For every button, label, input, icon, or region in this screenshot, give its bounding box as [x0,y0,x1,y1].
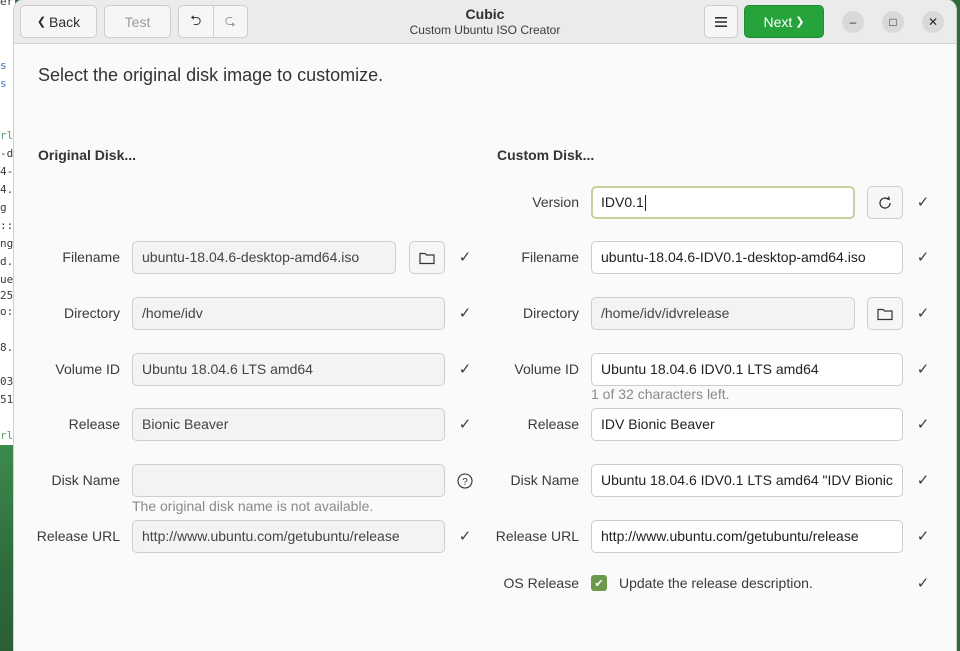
terminal-line: ng [0,237,14,250]
custom-disk-name-check-icon: ✓ [916,472,930,489]
terminal-line: g [0,201,7,214]
chevron-right-icon: ❯ [795,16,805,28]
terminal-line: 03 [0,375,14,388]
custom-directory-browse-button[interactable] [867,297,903,330]
original-release-field[interactable]: Bionic Beaver [132,408,445,441]
custom-version-check-icon: ✓ [916,194,930,211]
undo-icon[interactable]: ⮌ [179,6,213,37]
original-release-url-label: Release URL [36,528,120,544]
custom-directory-check-icon: ✓ [916,305,930,322]
redo-icon[interactable]: ⮎ [212,6,248,37]
checkbox-tick-icon: ✔ [594,577,604,590]
back-button[interactable]: ❮ Back [20,5,97,38]
cubic-window: ❮ Back Test ⮌ ⮎ Cubic Custom Ubuntu ISO … [14,0,956,651]
original-directory-label: Directory [63,305,120,321]
custom-volume-label: Volume ID [514,361,579,377]
folder-icon [877,308,893,320]
minimize-button[interactable]: – [842,11,864,33]
custom-disk-title: Custom Disk... [497,147,595,163]
custom-volume-field[interactable]: Ubuntu 18.04.6 IDV0.1 LTS amd64 [591,353,903,386]
custom-release-url-check-icon: ✓ [916,528,930,545]
text-cursor [644,195,646,212]
custom-directory-field[interactable]: /home/idv/idvrelease [591,297,855,330]
maximize-button[interactable]: □ [882,11,904,33]
terminal-line: -d [0,147,14,160]
terminal-line: 4. [0,183,14,196]
reset-version-button[interactable] [867,186,903,219]
terminal-line: :: [0,219,14,232]
original-directory-field[interactable]: /home/idv [132,297,445,330]
original-filename-check-icon: ✓ [458,249,472,266]
original-filename-label: Filename [62,249,120,265]
custom-disk-name-field[interactable]: Ubuntu 18.04.6 IDV0.1 LTS amd64 "IDV Bio… [591,464,903,497]
question-circle-icon: ? [457,472,473,489]
next-button[interactable]: Next ❯ [744,5,824,38]
terminal-line: 4- [0,165,14,178]
window-title-area: Cubic Custom Ubuntu ISO Creator [354,6,616,38]
test-button[interactable]: Test [104,5,171,38]
hamburger-menu-icon [715,16,727,27]
os-release-checkbox-label[interactable]: Update the release description. [619,575,813,591]
original-volume-field[interactable]: Ubuntu 18.04.6 LTS amd64 [132,353,445,386]
header-bar: ❮ Back Test ⮌ ⮎ Cubic Custom Ubuntu ISO … [14,0,956,44]
page-heading: Select the original disk image to custom… [38,65,384,85]
terminal-line: rl [0,429,14,442]
help-icon[interactable]: ? [456,464,474,497]
custom-filename-check-icon: ✓ [916,249,930,266]
next-button-label: Next [763,13,793,30]
close-button[interactable]: ✕ [922,11,944,33]
terminal-line: 51 [0,393,14,406]
original-release-check-icon: ✓ [458,416,472,433]
terminal-line: 8. [0,341,14,354]
original-disk-name-field[interactable] [132,464,445,497]
svg-text:?: ? [462,476,468,487]
os-release-label: OS Release [503,575,579,591]
terminal-line: ue [0,273,14,286]
custom-version-field[interactable]: IDV0.1 [591,186,855,219]
custom-disk-name-label: Disk Name [510,472,579,488]
window-title: Cubic [465,6,505,22]
custom-version-label: Version [532,194,579,210]
os-release-check-icon: ✓ [916,575,930,592]
custom-volume-check-icon: ✓ [916,361,930,378]
undo-redo-group: ⮌ ⮎ [178,5,248,38]
custom-directory-label: Directory [522,305,579,321]
original-release-label: Release [68,416,120,432]
terminal-line: o: [0,305,14,318]
menu-button[interactable] [704,5,738,38]
custom-filename-label: Filename [521,249,579,265]
terminal-line: s [0,59,7,72]
terminal-line: rl [0,129,14,142]
original-release-url-check-icon: ✓ [458,528,472,545]
main-content: Select the original disk image to custom… [14,45,956,651]
original-disk-name-label: Disk Name [51,472,120,488]
custom-release-field[interactable]: IDV Bionic Beaver [591,408,903,441]
terminal-line: s [0,77,7,90]
terminal-line: 25 [0,289,14,302]
custom-release-url-field[interactable]: http://www.ubuntu.com/getubuntu/release [591,520,903,553]
custom-release-label: Release [527,416,579,432]
original-release-url-field[interactable]: http://www.ubuntu.com/getubuntu/release [132,520,445,553]
original-volume-label: Volume ID [55,361,120,377]
custom-filename-field[interactable]: ubuntu-18.04.6-IDV0.1-desktop-amd64.iso [591,241,903,274]
original-directory-check-icon: ✓ [458,305,472,322]
original-volume-check-icon: ✓ [458,361,472,378]
folder-icon [419,252,435,264]
custom-release-check-icon: ✓ [916,416,930,433]
custom-release-url-label: Release URL [495,528,579,544]
terminal-line: d. [0,255,14,268]
original-filename-field[interactable]: ubuntu-18.04.6-desktop-amd64.iso [132,241,396,274]
original-disk-title: Original Disk... [38,147,137,163]
refresh-icon [879,195,891,209]
chevron-left-icon: ❮ [36,16,47,28]
custom-volume-hint: 1 of 32 characters left. [591,386,730,402]
custom-version-value: IDV0.1 [601,194,644,210]
original-disk-name-hint: The original disk name is not available. [132,498,374,514]
window-subtitle: Custom Ubuntu ISO Creator [409,23,561,37]
original-file-browse-button[interactable] [409,241,445,274]
os-release-checkbox[interactable]: ✔ [591,575,607,591]
back-button-label: Back [49,13,81,30]
